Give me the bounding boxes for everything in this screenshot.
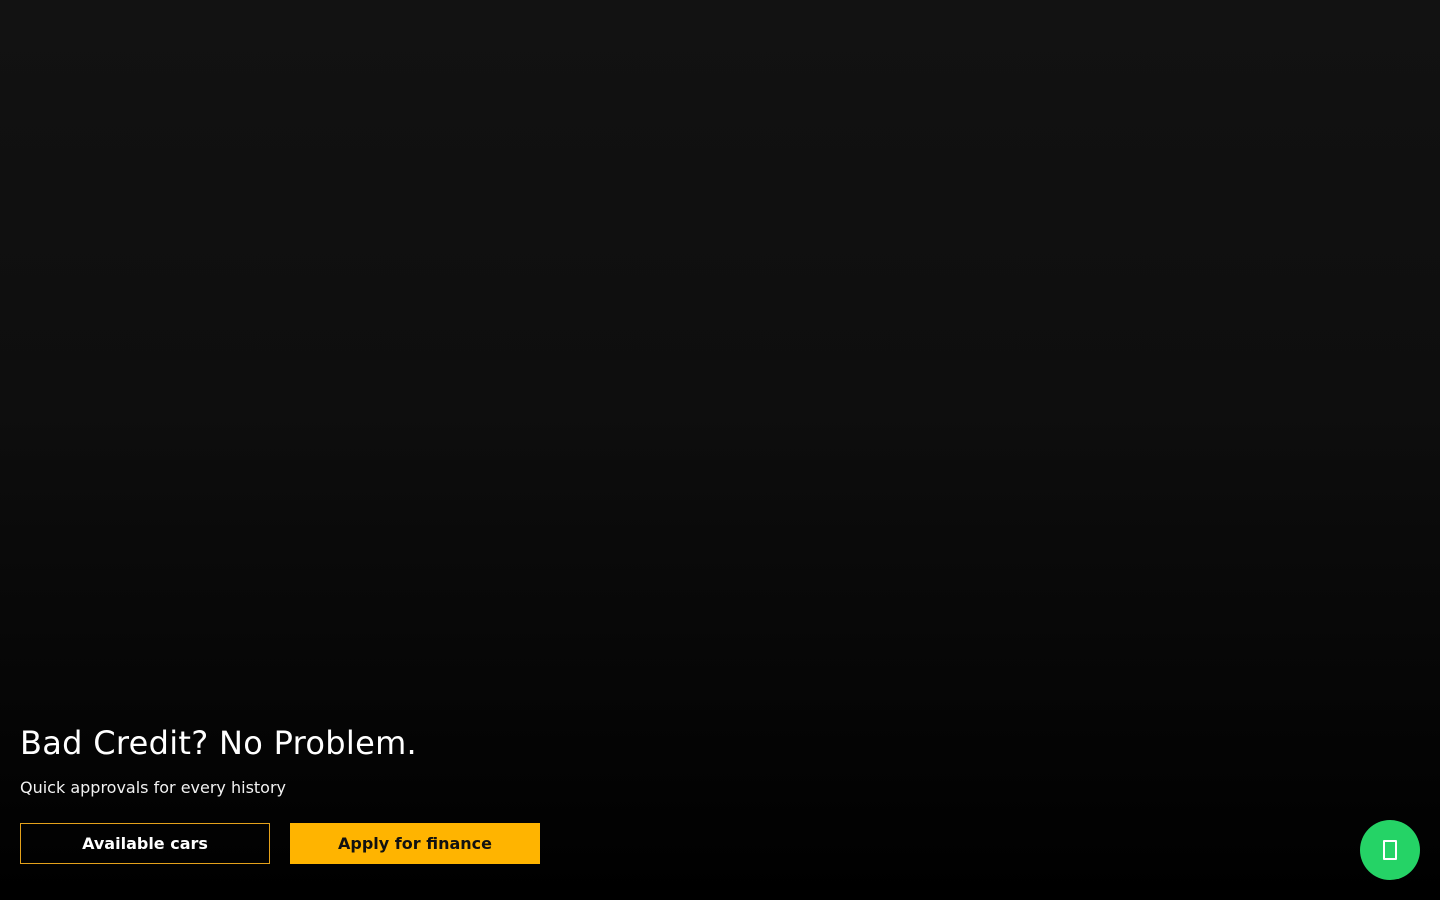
hero-title: Bad Credit? No Problem.	[20, 724, 418, 762]
whatsapp-icon	[1383, 840, 1397, 860]
hero-section: Bad Credit? No Problem. Quick approvals …	[0, 0, 1440, 900]
apply-for-finance-button[interactable]: Apply for finance	[290, 823, 540, 864]
whatsapp-chat-button[interactable]	[1360, 820, 1420, 880]
available-cars-button[interactable]: Available cars	[20, 823, 270, 864]
hero-content: Bad Credit? No Problem. Quick approvals …	[20, 722, 540, 864]
hero-subtitle: Quick approvals for every history	[20, 778, 287, 797]
cta-row: Available cars Apply for finance	[20, 823, 540, 864]
